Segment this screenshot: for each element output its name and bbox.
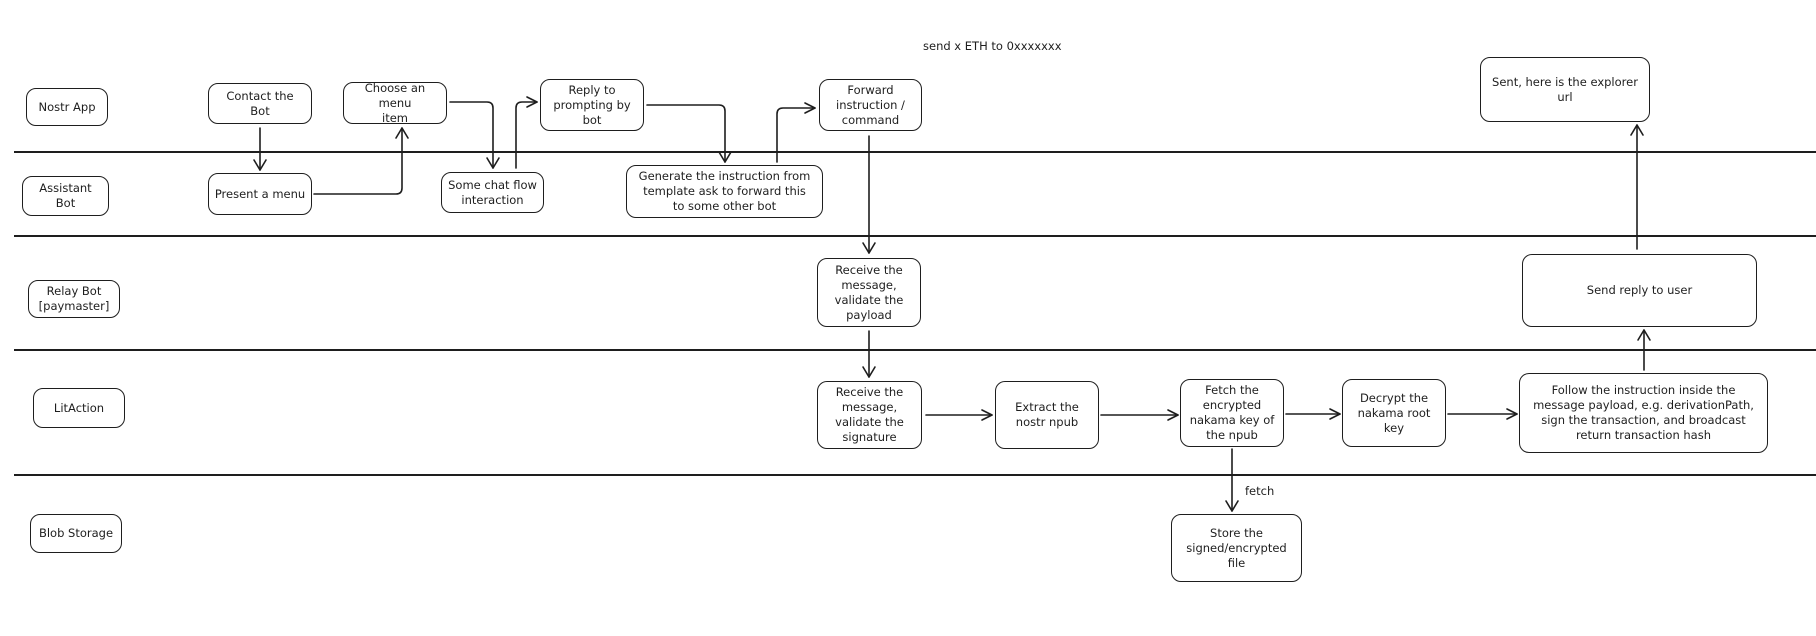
lane-label-nostr-app: Nostr App	[26, 88, 108, 126]
arrowhead	[718, 151, 732, 163]
arrow-reply-to-generate	[646, 104, 726, 163]
arrowhead	[253, 159, 267, 171]
arrowhead	[1630, 124, 1644, 136]
lane-divider	[14, 474, 1816, 476]
lane-divider	[14, 235, 1816, 237]
node-contact-bot[interactable]: Contact the Bot	[208, 83, 312, 124]
arrowhead	[1637, 329, 1651, 341]
arrowhead	[981, 409, 993, 421]
node-forward-instruction[interactable]: Forward instruction / command	[819, 79, 922, 131]
arrowhead	[862, 242, 876, 254]
node-follow-instruction[interactable]: Follow the instruction inside the messag…	[1519, 373, 1768, 453]
arrowhead	[1167, 409, 1179, 421]
diagram-title: send x ETH to 0xxxxxxx	[923, 39, 1062, 53]
arrowhead	[1225, 500, 1239, 512]
swimlane-diagram: send x ETH to 0xxxxxxx Nostr App Assista…	[0, 0, 1816, 636]
arrow-generate-to-forward	[776, 107, 816, 163]
lane-divider	[14, 151, 1816, 153]
node-store-file[interactable]: Store the signed/encrypted file	[1171, 514, 1302, 582]
node-generate-instruction[interactable]: Generate the instruction from template a…	[626, 165, 823, 218]
node-decrypt-root-key[interactable]: Decrypt the nakama root key	[1342, 379, 1446, 447]
arrowhead	[804, 102, 816, 114]
arrowhead	[1329, 408, 1341, 420]
node-receive-validate-signature[interactable]: Receive the message, validate the signat…	[817, 381, 922, 449]
arrowhead	[1506, 408, 1518, 420]
node-choose-menu-item[interactable]: Choose an menu item	[343, 81, 447, 125]
arrowhead	[395, 127, 409, 139]
node-present-menu[interactable]: Present a menu	[208, 173, 312, 215]
node-send-reply[interactable]: Send reply to user	[1522, 254, 1757, 327]
lane-label-litaction: LitAction	[33, 388, 125, 428]
edge-label-fetch: fetch	[1245, 484, 1275, 498]
lane-label-relay-bot: Relay Bot [paymaster]	[28, 280, 120, 318]
arrow-choose-item-to-chat-flow	[449, 101, 494, 169]
node-extract-npub[interactable]: Extract the nostr npub	[995, 381, 1099, 449]
arrow-present-menu-to-choose-item	[313, 127, 403, 195]
node-fetch-encrypted-key[interactable]: Fetch the encrypted nakama key of the np…	[1180, 379, 1284, 447]
arrowhead	[862, 366, 876, 378]
arrowhead	[486, 157, 500, 169]
lane-label-assistant-bot: Assistant Bot	[22, 176, 109, 216]
node-chat-flow[interactable]: Some chat flow interaction	[441, 172, 544, 213]
lane-label-blob-storage: Blob Storage	[30, 514, 122, 553]
node-sent-explorer-url[interactable]: Sent, here is the explorer url	[1480, 57, 1650, 122]
arrow-chat-flow-to-reply	[515, 101, 538, 169]
arrowhead	[526, 96, 538, 108]
node-reply-prompting[interactable]: Reply to prompting by bot	[540, 79, 644, 131]
lane-divider	[14, 349, 1816, 351]
node-receive-validate-payload[interactable]: Receive the message, validate the payloa…	[817, 258, 921, 327]
